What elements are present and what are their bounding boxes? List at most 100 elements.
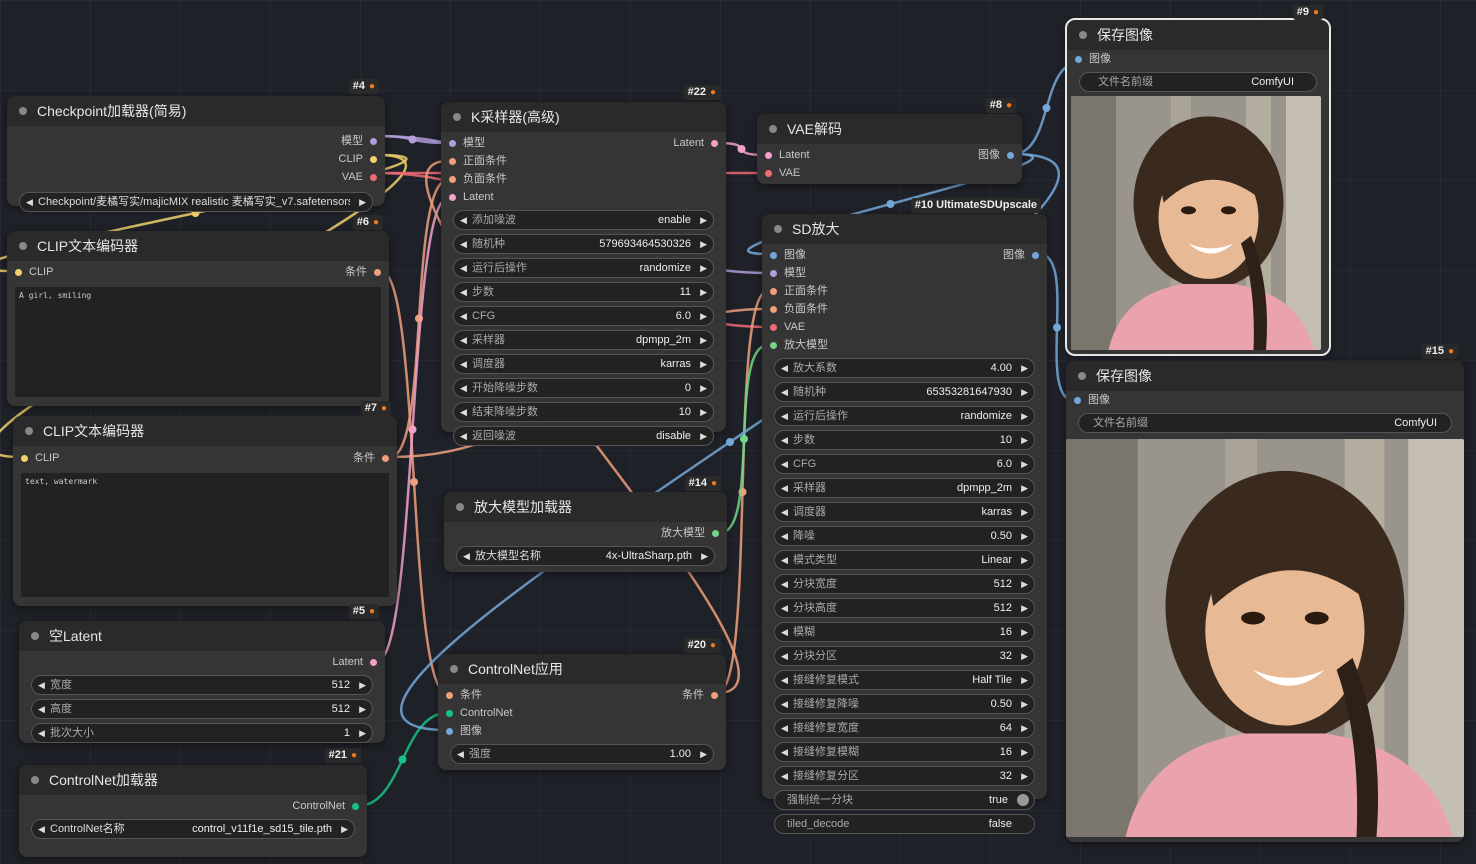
arrow-right-icon[interactable]: ▶ [1021, 743, 1028, 761]
output-image-preview[interactable] [1071, 96, 1321, 350]
socket-icon[interactable] [449, 139, 456, 147]
node-title-bar[interactable]: SD放大 [762, 214, 1047, 244]
arrow-left-icon[interactable]: ◀ [460, 211, 467, 229]
arrow-left-icon[interactable]: ◀ [460, 403, 467, 421]
sd-upscale-param-widget[interactable]: ◀ 分块宽度 512 ▶ [774, 574, 1035, 594]
link-midpoint-dot[interactable] [398, 755, 407, 764]
output-upscale-model[interactable]: 放大模型 [661, 524, 719, 542]
node-clip-text-positive[interactable]: #6 ● CLIP文本编码器 CLIP 条件 A girl, smiling [7, 215, 389, 406]
ksampler-param-widget[interactable]: ◀ 返回噪波 disable ▶ [453, 426, 714, 446]
prompt-textarea[interactable]: text, watermark [21, 473, 389, 597]
arrow-right-icon[interactable]: ▶ [1021, 599, 1028, 617]
arrow-right-icon[interactable]: ▶ [1021, 719, 1028, 737]
input-image[interactable]: 图像 [446, 722, 482, 740]
socket-icon[interactable] [1007, 151, 1014, 159]
sd-upscale-param-widget[interactable]: ◀ 放大系数 4.00 ▶ [774, 358, 1035, 378]
arrow-right-icon[interactable]: ▶ [359, 193, 366, 211]
input-clip[interactable]: CLIP [21, 449, 59, 467]
node-save-image-1[interactable]: #9 ● 保存图像 图像 文件名前缀 ComfyUI [1065, 5, 1331, 356]
batch-size-input[interactable]: ◀ 批次大小 1 ▶ [31, 723, 373, 743]
arrow-right-icon[interactable]: ▶ [700, 331, 707, 349]
node-controlnet-apply[interactable]: #20 ● ControlNet应用 条件 条件 ControlNet 图像 ◀ 强… [438, 638, 726, 770]
toggle-knob-icon[interactable] [1017, 794, 1029, 806]
node-ksampler-advanced[interactable]: #22 ● K采样器(高级) 模型 Latent 正面条件 负面条件 Latent… [441, 85, 726, 446]
input-vae[interactable]: VAE [765, 164, 800, 182]
node-title-bar[interactable]: Checkpoint加载器(简易) [7, 96, 385, 126]
sd-upscale-param-widget[interactable]: ◀ 随机种 65353281647930 ▶ [774, 382, 1035, 402]
ksampler-param-widget[interactable]: ◀ 随机种 579693464530326 ▶ [453, 234, 714, 254]
link-midpoint-dot[interactable] [410, 478, 418, 486]
arrow-right-icon[interactable]: ▶ [1021, 503, 1028, 521]
arrow-left-icon[interactable]: ◀ [781, 479, 788, 497]
arrow-right-icon[interactable]: ▶ [701, 547, 708, 565]
upscale-model-combo[interactable]: ◀ 放大模型名称 4x-UltraSharp.pth ▶ [456, 546, 715, 566]
arrow-left-icon[interactable]: ◀ [781, 599, 788, 617]
input-model[interactable]: 模型 [449, 134, 485, 152]
input-conditioning[interactable]: 条件 [446, 686, 482, 704]
ksampler-param-widget[interactable]: ◀ 步数 11 ▶ [453, 282, 714, 302]
arrow-left-icon[interactable]: ◀ [463, 547, 470, 565]
collapse-dot-icon[interactable] [1078, 372, 1086, 380]
input-image[interactable]: 图像 [1075, 50, 1111, 68]
sd-upscale-param-widget[interactable]: ◀ 分块分区 32 ▶ [774, 646, 1035, 666]
filename-prefix-input[interactable]: 文件名前缀 ComfyUI [1079, 72, 1317, 92]
output-controlnet[interactable]: ControlNet [292, 797, 359, 815]
strength-input[interactable]: ◀ 强度 1.00 ▶ [450, 744, 714, 764]
collapse-dot-icon[interactable] [25, 427, 33, 435]
filename-prefix-input[interactable]: 文件名前缀 ComfyUI [1078, 413, 1452, 433]
arrow-left-icon[interactable]: ◀ [781, 455, 788, 473]
arrow-left-icon[interactable]: ◀ [460, 307, 467, 325]
controlnet-name-combo[interactable]: ◀ ControlNet名称 control_v11f1e_sd15_tile.pt… [31, 819, 355, 839]
arrow-right-icon[interactable]: ▶ [1021, 671, 1028, 689]
collapse-dot-icon[interactable] [1079, 31, 1087, 39]
arrow-right-icon[interactable]: ▶ [359, 700, 366, 718]
arrow-right-icon[interactable]: ▶ [700, 283, 707, 301]
node-title-bar[interactable]: K采样器(高级) [441, 102, 726, 132]
arrow-left-icon[interactable]: ◀ [781, 407, 788, 425]
arrow-right-icon[interactable]: ▶ [1021, 647, 1028, 665]
link-midpoint-dot[interactable] [1042, 104, 1051, 112]
node-title-bar[interactable]: CLIP文本编码器 [13, 416, 397, 446]
socket-icon[interactable] [765, 169, 772, 177]
output-vae[interactable]: VAE [342, 168, 377, 186]
ckpt-name-combo[interactable]: ◀ Checkpoint/麦橘写实/majicMIX realistic 麦橘写… [19, 192, 373, 212]
arrow-left-icon[interactable]: ◀ [781, 551, 788, 569]
arrow-left-icon[interactable]: ◀ [460, 379, 467, 397]
force-uniform-tiles-toggle[interactable]: 强制统一分块 true [774, 790, 1035, 810]
arrow-right-icon[interactable]: ▶ [1021, 695, 1028, 713]
input-positive[interactable]: 正面条件 [770, 282, 828, 300]
arrow-left-icon[interactable]: ◀ [781, 527, 788, 545]
arrow-left-icon[interactable]: ◀ [781, 431, 788, 449]
arrow-left-icon[interactable]: ◀ [38, 676, 45, 694]
sd-upscale-param-widget[interactable]: ◀ 接缝修复降噪 0.50 ▶ [774, 694, 1035, 714]
collapse-dot-icon[interactable] [19, 242, 27, 250]
socket-icon[interactable] [370, 173, 377, 181]
socket-icon[interactable] [1032, 251, 1039, 259]
socket-icon[interactable] [446, 691, 453, 699]
height-input[interactable]: ◀ 高度 512 ▶ [31, 699, 373, 719]
output-clip[interactable]: CLIP [339, 150, 377, 168]
link-midpoint-dot[interactable] [740, 435, 748, 443]
arrow-right-icon[interactable]: ▶ [1021, 551, 1028, 569]
arrow-left-icon[interactable]: ◀ [460, 355, 467, 373]
arrow-right-icon[interactable]: ▶ [700, 745, 707, 763]
arrow-left-icon[interactable]: ◀ [781, 503, 788, 521]
node-title-bar[interactable]: 保存图像 [1066, 361, 1464, 391]
socket-icon[interactable] [712, 529, 719, 537]
input-clip[interactable]: CLIP [15, 263, 53, 281]
sd-upscale-param-widget[interactable]: ◀ CFG 6.0 ▶ [774, 454, 1035, 474]
arrow-left-icon[interactable]: ◀ [460, 235, 467, 253]
node-upscale-model-loader[interactable]: #14 ● 放大模型加载器 放大模型 ◀ 放大模型名称 4x-UltraSharp.p… [444, 476, 727, 572]
arrow-right-icon[interactable]: ▶ [1021, 455, 1028, 473]
output-latent[interactable]: Latent [332, 653, 377, 671]
input-latent[interactable]: Latent [765, 146, 810, 164]
arrow-right-icon[interactable]: ▶ [341, 820, 348, 838]
arrow-right-icon[interactable]: ▶ [700, 235, 707, 253]
link-midpoint-dot[interactable] [1053, 323, 1061, 332]
arrow-right-icon[interactable]: ▶ [1021, 431, 1028, 449]
collapse-dot-icon[interactable] [453, 113, 461, 121]
link-midpoint-dot[interactable] [737, 145, 746, 153]
output-conditioning[interactable]: 条件 [353, 449, 389, 467]
arrow-right-icon[interactable]: ▶ [700, 307, 707, 325]
input-vae[interactable]: VAE [770, 318, 805, 336]
